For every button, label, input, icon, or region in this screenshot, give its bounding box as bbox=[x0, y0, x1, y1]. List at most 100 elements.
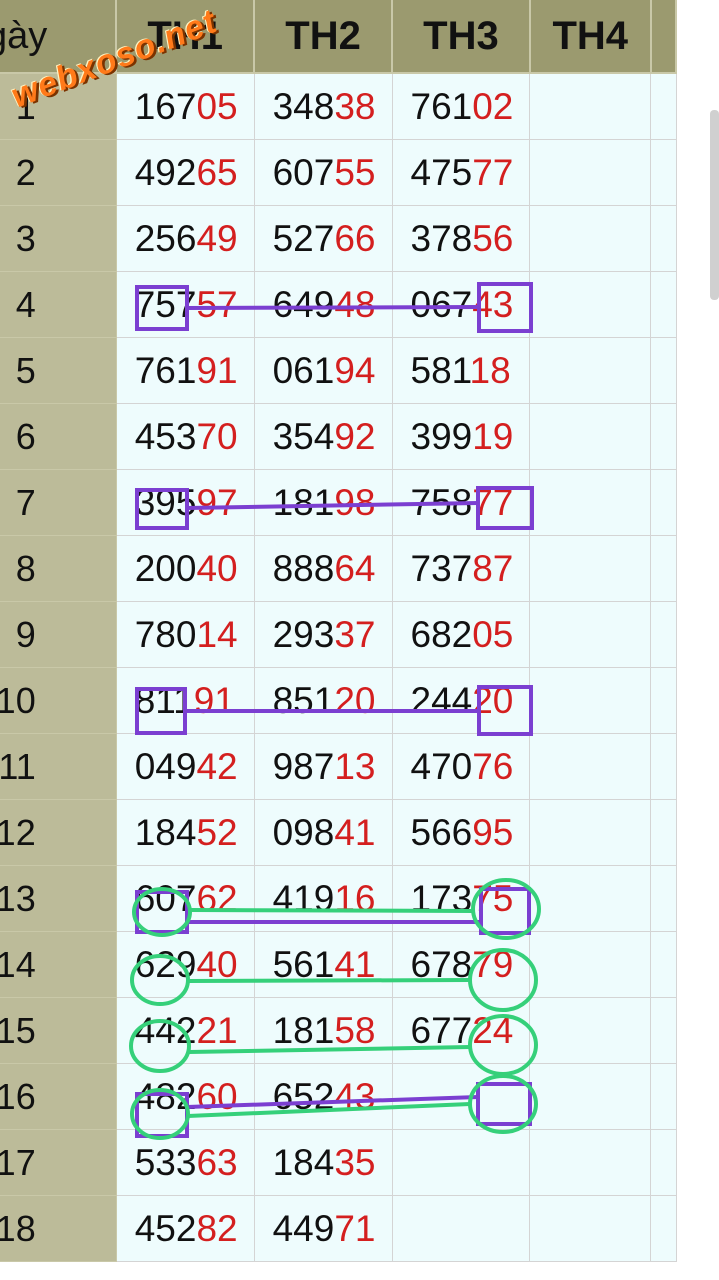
day-cell[interactable]: 7 bbox=[0, 469, 117, 536]
result-cell-th1[interactable]: 18452 bbox=[115, 799, 255, 866]
result-cell-th1[interactable]: 78014 bbox=[115, 601, 255, 668]
result-cell-th3[interactable]: 37856 bbox=[391, 205, 531, 272]
result-cell-extra[interactable] bbox=[650, 865, 677, 932]
result-cell-extra[interactable] bbox=[650, 997, 677, 1064]
result-cell-th3[interactable]: 68205 bbox=[391, 601, 531, 668]
result-cell-extra[interactable] bbox=[650, 667, 677, 734]
result-cell-th2[interactable]: 64948 bbox=[253, 271, 393, 338]
result-cell-th4[interactable] bbox=[529, 1129, 652, 1196]
day-cell[interactable]: 8 bbox=[0, 535, 117, 602]
result-cell-th4[interactable] bbox=[529, 337, 652, 404]
result-cell-th4[interactable] bbox=[529, 799, 652, 866]
result-cell-th4[interactable] bbox=[529, 865, 652, 932]
result-cell-th2[interactable]: 34838 bbox=[253, 72, 393, 140]
result-cell-th1[interactable]: 20040 bbox=[115, 535, 255, 602]
result-cell-th4[interactable] bbox=[529, 271, 652, 338]
result-cell-th2[interactable]: 85120 bbox=[253, 667, 393, 734]
result-cell-th3[interactable]: 17375 bbox=[391, 865, 531, 932]
day-cell[interactable]: 2 bbox=[0, 139, 117, 206]
day-cell[interactable]: 13 bbox=[0, 865, 117, 932]
result-cell-th3[interactable] bbox=[391, 1129, 531, 1196]
result-cell-th3[interactable]: 47076 bbox=[391, 733, 531, 800]
result-cell-th1[interactable]: 04942 bbox=[115, 733, 255, 800]
result-cell-th4[interactable] bbox=[529, 205, 652, 272]
day-cell[interactable]: 10 bbox=[0, 667, 117, 734]
result-cell-extra[interactable] bbox=[650, 337, 677, 404]
result-cell-th2[interactable]: 52766 bbox=[253, 205, 393, 272]
result-cell-th4[interactable] bbox=[529, 469, 652, 536]
result-cell-extra[interactable] bbox=[650, 601, 677, 668]
result-cell-extra[interactable] bbox=[650, 931, 677, 998]
result-cell-th4[interactable] bbox=[529, 1063, 652, 1130]
result-cell-th4[interactable] bbox=[529, 997, 652, 1064]
result-cell-th3[interactable]: 75877 bbox=[391, 469, 531, 536]
result-cell-th2[interactable]: 44971 bbox=[253, 1195, 393, 1262]
result-cell-extra[interactable] bbox=[650, 1129, 677, 1196]
result-cell-th4[interactable] bbox=[529, 733, 652, 800]
result-cell-th3[interactable]: 39919 bbox=[391, 403, 531, 470]
result-cell-extra[interactable] bbox=[650, 469, 677, 536]
result-cell-th4[interactable] bbox=[529, 72, 652, 140]
result-cell-th1[interactable]: 60762 bbox=[115, 865, 255, 932]
result-cell-extra[interactable] bbox=[650, 403, 677, 470]
result-cell-th1[interactable]: 44221 bbox=[115, 997, 255, 1064]
result-cell-th1[interactable]: 45370 bbox=[115, 403, 255, 470]
result-cell-th3[interactable] bbox=[391, 1063, 531, 1130]
result-cell-extra[interactable] bbox=[650, 205, 677, 272]
result-cell-th2[interactable]: 29337 bbox=[253, 601, 393, 668]
day-cell[interactable]: 16 bbox=[0, 1063, 117, 1130]
day-cell[interactable]: 5 bbox=[0, 337, 117, 404]
result-cell-th1[interactable]: 48260 bbox=[115, 1063, 255, 1130]
result-cell-th1[interactable]: 62940 bbox=[115, 931, 255, 998]
day-cell[interactable]: 17 bbox=[0, 1129, 117, 1196]
day-cell[interactable]: 11 bbox=[0, 733, 117, 800]
day-cell[interactable]: 6 bbox=[0, 403, 117, 470]
result-cell-extra[interactable] bbox=[650, 72, 677, 140]
result-cell-extra[interactable] bbox=[650, 1063, 677, 1130]
result-cell-th2[interactable]: 88864 bbox=[253, 535, 393, 602]
result-cell-th3[interactable]: 47577 bbox=[391, 139, 531, 206]
result-cell-th4[interactable] bbox=[529, 931, 652, 998]
vertical-scrollbar[interactable] bbox=[710, 110, 719, 300]
day-cell[interactable]: 9 bbox=[0, 601, 117, 668]
day-cell[interactable]: 14 bbox=[0, 931, 117, 998]
result-cell-th1[interactable]: 75757 bbox=[115, 271, 255, 338]
result-cell-th3[interactable]: 76102 bbox=[391, 72, 531, 140]
day-cell[interactable]: 12 bbox=[0, 799, 117, 866]
day-cell[interactable]: 4 bbox=[0, 271, 117, 338]
result-cell-th2[interactable]: 18435 bbox=[253, 1129, 393, 1196]
result-cell-th2[interactable]: 35492 bbox=[253, 403, 393, 470]
result-cell-extra[interactable] bbox=[650, 733, 677, 800]
result-cell-th1[interactable]: 53363 bbox=[115, 1129, 255, 1196]
result-cell-th3[interactable]: 24420 bbox=[391, 667, 531, 734]
result-cell-th4[interactable] bbox=[529, 1195, 652, 1262]
result-cell-th3[interactable]: 67724 bbox=[391, 997, 531, 1064]
result-cell-th2[interactable]: 06194 bbox=[253, 337, 393, 404]
result-cell-th2[interactable]: 41916 bbox=[253, 865, 393, 932]
result-cell-th3[interactable]: 73787 bbox=[391, 535, 531, 602]
day-cell[interactable]: 15 bbox=[0, 997, 117, 1064]
result-cell-th4[interactable] bbox=[529, 535, 652, 602]
result-cell-th2[interactable]: 18198 bbox=[253, 469, 393, 536]
day-cell[interactable]: 18 bbox=[0, 1195, 117, 1262]
result-cell-extra[interactable] bbox=[650, 535, 677, 602]
result-cell-th3[interactable]: 67879 bbox=[391, 931, 531, 998]
result-cell-th2[interactable]: 65243 bbox=[253, 1063, 393, 1130]
result-cell-th1[interactable]: 49265 bbox=[115, 139, 255, 206]
result-cell-th1[interactable]: 39597 bbox=[115, 469, 255, 536]
result-cell-th3[interactable] bbox=[391, 1195, 531, 1262]
result-cell-th1[interactable]: 25649 bbox=[115, 205, 255, 272]
result-cell-th2[interactable]: 60755 bbox=[253, 139, 393, 206]
result-cell-th2[interactable]: 18158 bbox=[253, 997, 393, 1064]
result-cell-th1[interactable]: 81191 bbox=[115, 667, 255, 734]
result-cell-extra[interactable] bbox=[650, 799, 677, 866]
result-cell-th4[interactable] bbox=[529, 667, 652, 734]
result-cell-th1[interactable]: 45282 bbox=[115, 1195, 255, 1262]
result-cell-th1[interactable]: 16705 bbox=[115, 72, 255, 140]
result-cell-extra[interactable] bbox=[650, 271, 677, 338]
result-cell-th4[interactable] bbox=[529, 139, 652, 206]
result-cell-extra[interactable] bbox=[650, 1195, 677, 1262]
result-cell-th2[interactable]: 09841 bbox=[253, 799, 393, 866]
result-cell-th3[interactable]: 56695 bbox=[391, 799, 531, 866]
result-cell-th2[interactable]: 56141 bbox=[253, 931, 393, 998]
